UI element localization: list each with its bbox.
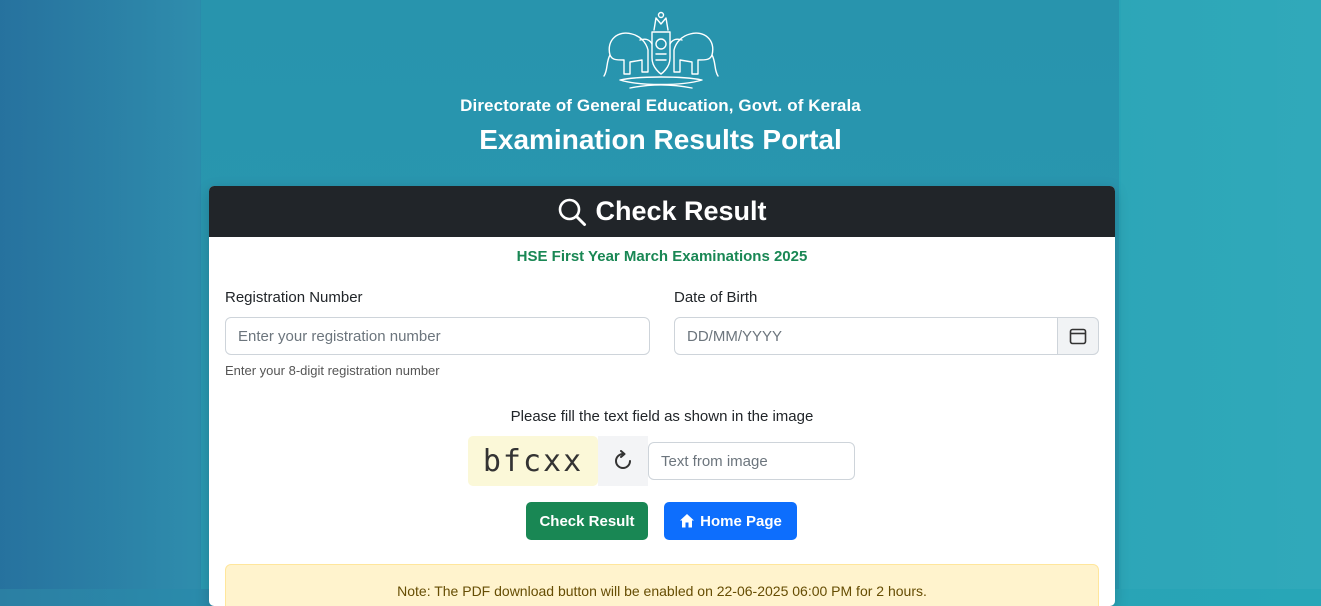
home-icon xyxy=(680,514,695,528)
refresh-icon xyxy=(615,450,631,469)
captcha-input[interactable]: Text from image xyxy=(648,442,855,480)
home-page-label: Home Page xyxy=(700,512,782,530)
department-title: Directorate of General Education, Govt. … xyxy=(460,96,861,115)
registration-input[interactable]: Enter your registration number xyxy=(225,317,650,355)
dob-placeholder: DD/MM/YYYY xyxy=(687,327,783,345)
search-icon xyxy=(559,198,587,226)
calendar-button[interactable] xyxy=(1058,317,1099,355)
background-right xyxy=(1121,0,1321,589)
registration-help: Enter your 8-digit registration number xyxy=(225,363,440,378)
dob-input[interactable]: DD/MM/YYYY xyxy=(674,317,1058,355)
portal-title: Examination Results Portal xyxy=(479,124,842,155)
registration-label: Registration Number xyxy=(225,289,363,306)
registration-placeholder: Enter your registration number xyxy=(238,327,441,345)
background-left xyxy=(0,0,200,589)
dob-label: Date of Birth xyxy=(674,289,758,306)
notice-text: Note: The PDF download button will be en… xyxy=(397,583,927,599)
kerala-emblem-icon xyxy=(603,11,719,89)
card-header: Check Result xyxy=(209,186,1115,237)
captcha-image: bfcxx xyxy=(468,436,598,486)
card-title: Check Result xyxy=(595,196,767,226)
captcha-refresh-button[interactable] xyxy=(598,436,648,486)
captcha-placeholder: Text from image xyxy=(661,452,768,470)
calendar-icon xyxy=(1069,328,1087,345)
captcha-instruction: Please fill the text field as shown in t… xyxy=(510,408,814,425)
check-result-label: Check Result xyxy=(539,512,635,530)
notice-alert: Note: The PDF download button will be en… xyxy=(225,564,1099,606)
check-result-button[interactable]: Check Result xyxy=(526,502,648,540)
check-result-card: Check Result HSE First Year March Examin… xyxy=(209,186,1115,606)
home-page-button[interactable]: Home Page xyxy=(664,502,797,540)
exam-name: HSE First Year March Examinations 2025 xyxy=(516,248,808,265)
